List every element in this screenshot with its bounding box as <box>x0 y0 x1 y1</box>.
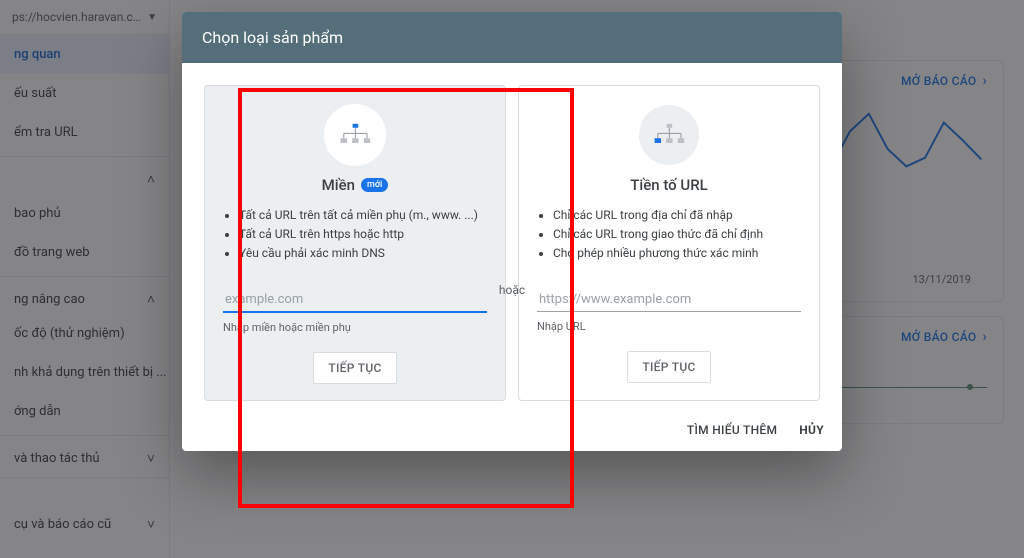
new-badge: mới <box>361 178 388 192</box>
domain-sitemap-icon <box>324 104 386 166</box>
url-prefix-option-card[interactable]: Tiền tố URL Chỉ các URL trong địa chỉ đã… <box>518 85 820 401</box>
prefix-continue-button[interactable]: TIẾP TỤC <box>627 351 710 383</box>
domain-continue-button[interactable]: TIẾP TỤC <box>313 352 396 384</box>
learn-more-button[interactable]: TÌM HIỂU THÊM <box>687 423 777 437</box>
domain-feature-list: Tất cả URL trên tất cả miền phụ (m., www… <box>223 206 487 264</box>
domain-input-helper: Nhập miền hoặc miền phụ <box>223 321 487 334</box>
property-type-dialog: Chọn loại sản phẩm Miền mới <box>182 12 842 451</box>
prefix-feature-list: Chỉ các URL trong địa chỉ đã nhập Chỉ cá… <box>537 206 801 264</box>
prefix-option-title: Tiền tố URL <box>630 176 708 194</box>
domain-option-card[interactable]: Miền mới Tất cả URL trên tất cả miền phụ… <box>204 85 506 401</box>
prefix-input[interactable] <box>537 288 801 312</box>
prefix-sitemap-icon <box>638 104 700 166</box>
prefix-input-helper: Nhập URL <box>537 320 801 333</box>
domain-option-title: Miền <box>322 176 355 194</box>
or-separator: hoặc <box>499 283 525 297</box>
domain-input[interactable] <box>223 288 487 313</box>
cancel-button[interactable]: HỦY <box>799 423 824 437</box>
dialog-title: Chọn loại sản phẩm <box>182 12 842 63</box>
